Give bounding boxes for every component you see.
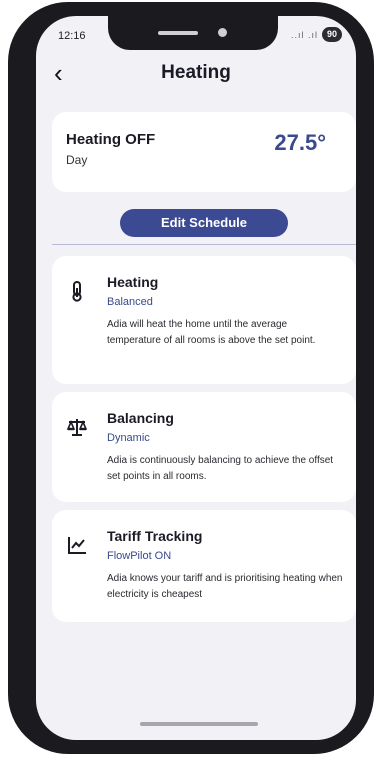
camera-notch	[108, 16, 278, 50]
edit-schedule-button[interactable]: Edit Schedule	[120, 209, 288, 237]
balancing-card[interactable]: Balancing Dynamic Adia is continuously b…	[52, 392, 356, 502]
signal-icon: ..ıl .ıl	[290, 29, 318, 40]
heating-mode: Day	[66, 153, 88, 167]
app-screen: 12:16 ..ıl .ıl 90 ‹ Heating Heating OFF …	[36, 16, 356, 740]
card-subtitle: Balanced	[107, 296, 153, 308]
card-subtitle: FlowPilot ON	[107, 550, 172, 562]
heating-card[interactable]: Heating Balanced Adia will heat the home…	[52, 256, 356, 384]
side-button	[9, 98, 15, 134]
card-title: Balancing	[107, 410, 174, 426]
card-title: Tariff Tracking	[107, 528, 203, 544]
chart-line-icon	[68, 537, 86, 554]
status-time: 12:16	[58, 30, 86, 42]
side-button	[9, 155, 15, 213]
thermometer-icon	[72, 281, 82, 302]
tariff-tracking-card[interactable]: Tariff Tracking FlowPilot ON Adia knows …	[52, 510, 356, 622]
current-temperature: 27.5°	[274, 130, 326, 155]
speaker-grille	[158, 31, 198, 35]
divider	[52, 244, 356, 245]
card-subtitle: Dynamic	[107, 432, 150, 444]
scale-icon	[66, 419, 88, 436]
home-indicator[interactable]	[140, 722, 258, 726]
card-description: Adia is continuously balancing to achiev…	[107, 455, 334, 482]
card-title: Heating	[107, 274, 159, 290]
heating-status: Heating OFF	[66, 131, 156, 148]
side-button	[9, 225, 15, 283]
status-icons: ..ıl .ıl 90	[291, 27, 342, 42]
camera-dot	[218, 28, 227, 37]
card-description: Adia will heat the home until the averag…	[107, 319, 316, 346]
heating-summary-card: Heating OFF Day 27.5°	[52, 112, 356, 192]
page-title: Heating	[161, 62, 231, 83]
battery-icon: 90	[321, 27, 342, 42]
card-description: Adia knows your tariff and is prioritisi…	[107, 573, 343, 600]
